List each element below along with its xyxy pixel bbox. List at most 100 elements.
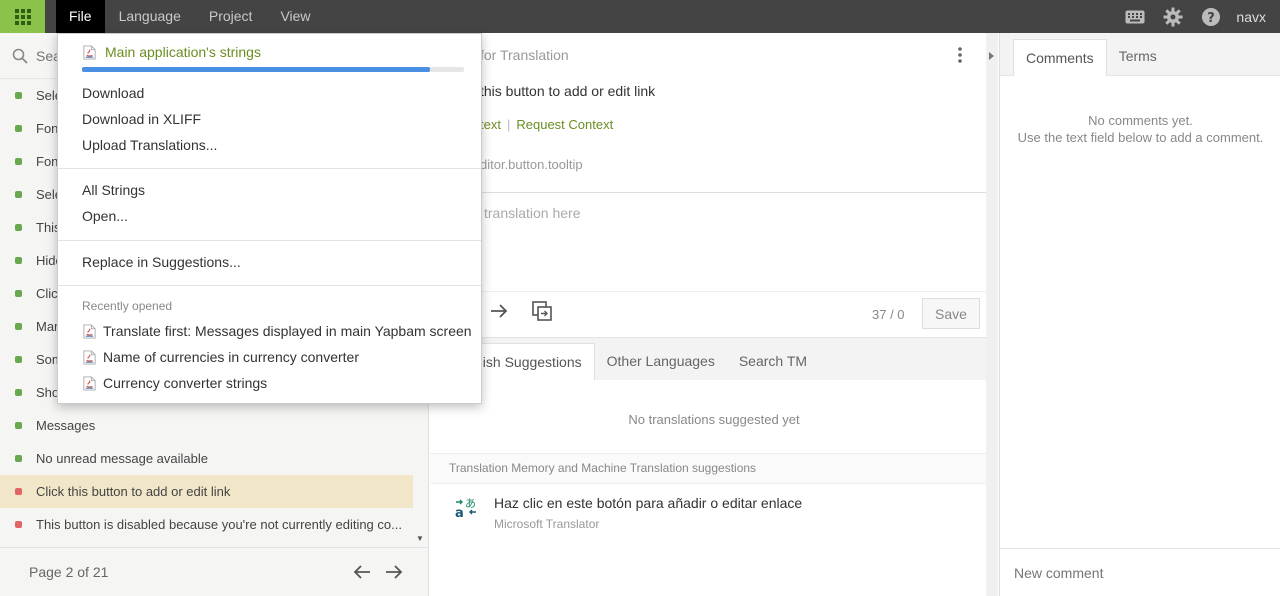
recent-item-label: Name of currencies in currency converter	[103, 349, 359, 365]
tab-search-tm[interactable]: Search TM	[727, 343, 819, 380]
string-list-item[interactable]: No unread message available	[0, 442, 413, 475]
translated-status-icon	[15, 356, 22, 363]
menu-view[interactable]: View	[266, 0, 324, 33]
new-comment-box	[1000, 548, 1280, 596]
translate-icon: a あ	[455, 497, 476, 519]
untranslated-status-icon	[15, 521, 22, 528]
string-list-item-label: Mar	[36, 319, 59, 334]
next-page-arrow-icon[interactable]	[385, 564, 403, 580]
tm-suggestion[interactable]: a あ Haz clic en este botón para añadir o…	[454, 495, 802, 531]
untranslated-status-icon	[15, 488, 22, 495]
copy-source-icon[interactable]	[532, 301, 552, 321]
string-list-item[interactable]: Click this button to add or edit link	[0, 475, 413, 508]
no-suggestions-message: No translations suggested yet	[628, 412, 800, 427]
pager: Page 2 of 21	[0, 547, 429, 596]
collapse-arrow-icon[interactable]	[989, 52, 994, 60]
translated-status-icon	[15, 323, 22, 330]
svg-text:あ: あ	[465, 497, 476, 510]
help-icon[interactable]: ?	[1192, 0, 1230, 33]
string-list-item-label: Click this button to add or edit link	[36, 484, 231, 499]
translated-status-icon	[15, 455, 22, 462]
translated-status-icon	[15, 158, 22, 165]
string-key: ditor.button.tooltip	[480, 157, 583, 172]
recent-item[interactable]: Name of currencies in currency converter	[82, 349, 359, 365]
menu-separator	[58, 240, 481, 241]
tab-comments[interactable]: Comments	[1013, 39, 1107, 76]
menu-download[interactable]: Download	[82, 85, 144, 101]
java-file-icon	[83, 44, 96, 60]
resource-title: Main application's strings	[105, 44, 261, 60]
svg-text:?: ?	[1208, 11, 1216, 26]
tab-other-languages[interactable]: Other Languages	[595, 343, 727, 380]
string-list-item-label: Fon	[36, 154, 59, 169]
divider	[430, 192, 998, 193]
request-context-link[interactable]: Request Context	[516, 117, 613, 132]
menu-replace-in-suggestions[interactable]: Replace in Suggestions...	[82, 254, 241, 270]
panel-collapse-bar[interactable]	[986, 33, 998, 596]
string-list-item-label: No unread message available	[36, 451, 208, 466]
progress-fill	[82, 67, 430, 72]
editor-panel: for Translation this button to add or ed…	[424, 33, 998, 596]
translated-status-icon	[15, 389, 22, 396]
tab-terms[interactable]: Terms	[1107, 38, 1169, 75]
menu-project[interactable]: Project	[195, 0, 267, 33]
menu-language[interactable]: Language	[105, 0, 195, 33]
translated-status-icon	[15, 290, 22, 297]
menu-separator	[58, 285, 481, 286]
recent-item[interactable]: Currency converter strings	[82, 375, 267, 391]
editor-toolbar	[490, 301, 552, 321]
scroll-down-arrow[interactable]: ▼	[416, 534, 424, 543]
top-bar: File Language Project View ? navx	[0, 0, 1280, 33]
current-resource[interactable]: Main application's strings	[82, 44, 261, 60]
recently-opened-label: Recently opened	[82, 299, 173, 313]
no-comments-hint: Use the text field below to add a commen…	[1017, 130, 1264, 145]
string-list-item[interactable]: This button is disabled because you're n…	[0, 508, 413, 541]
tm-header: Translation Memory and Machine Translati…	[430, 453, 998, 484]
menu-upload-translations[interactable]: Upload Translations...	[82, 137, 217, 153]
tm-suggestion-text: Haz clic en este botón para añadir o edi…	[494, 495, 803, 511]
translated-status-icon	[15, 125, 22, 132]
tm-suggestion-source: Microsoft Translator	[494, 517, 600, 531]
recent-item[interactable]: Translate first: Messages displayed in m…	[82, 323, 472, 339]
menu-all-strings[interactable]: All Strings	[82, 182, 145, 198]
keyboard-icon[interactable]	[1116, 0, 1154, 33]
menu-open[interactable]: Open...	[82, 208, 128, 224]
string-list-item-label: Fon	[36, 121, 59, 136]
translation-input[interactable]: translation here	[484, 205, 581, 221]
java-file-icon	[83, 323, 96, 339]
no-comments-message: No comments yet. Use the text field belo…	[1000, 112, 1280, 146]
translated-status-icon	[15, 257, 22, 264]
file-menu-dropdown: Main application's strings Download Down…	[57, 33, 482, 404]
apps-menu-button[interactable]	[0, 0, 45, 33]
previous-page-arrow-icon[interactable]	[353, 564, 371, 580]
recent-item-label: Translate first: Messages displayed in m…	[103, 323, 472, 339]
new-comment-input[interactable]	[1014, 565, 1274, 581]
save-button[interactable]: Save	[922, 298, 980, 329]
java-file-icon	[83, 375, 96, 391]
source-header: for Translation	[480, 47, 569, 63]
translated-status-icon	[15, 191, 22, 198]
divider	[430, 291, 998, 292]
string-list-item-label: Messages	[36, 418, 96, 433]
string-list-item-label: This button is disabled because you're n…	[36, 517, 402, 532]
context-links: text | Request Context	[480, 117, 614, 132]
source-text: this button to add or edit link	[480, 83, 656, 99]
right-tabs: Comments Terms	[1000, 33, 1280, 76]
suggestion-tabs: nish Suggestions Other Languages Search …	[424, 337, 998, 380]
menu-download-xliff[interactable]: Download in XLIFF	[82, 111, 201, 127]
next-arrow-icon[interactable]	[490, 303, 508, 319]
string-list-item[interactable]: Messages	[0, 409, 413, 442]
menu-separator	[58, 168, 481, 169]
translated-status-icon	[15, 92, 22, 99]
character-counter: 37 / 0	[872, 307, 905, 322]
context-link[interactable]: text	[480, 117, 501, 132]
menu-file[interactable]: File	[56, 0, 105, 33]
page-indicator: Page 2 of 21	[29, 564, 109, 580]
no-comments-line: No comments yet.	[1088, 113, 1193, 128]
username[interactable]: navx	[1230, 9, 1280, 25]
gear-icon[interactable]	[1154, 0, 1192, 33]
more-options-icon[interactable]	[958, 47, 962, 66]
comments-panel: Comments Terms No comments yet. Use the …	[999, 33, 1280, 596]
svg-text:a: a	[455, 506, 464, 519]
recent-item-label: Currency converter strings	[103, 375, 268, 391]
